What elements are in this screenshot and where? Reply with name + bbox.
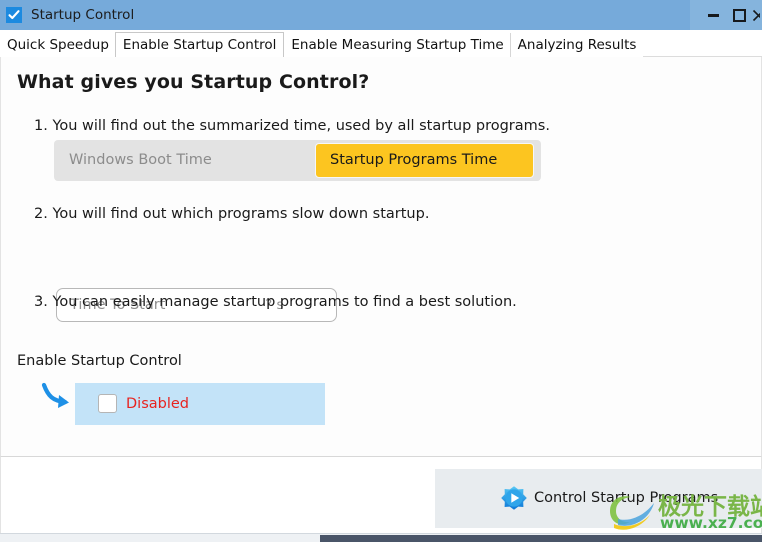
page-title: What gives you Startup Control? [17,71,370,93]
window-controls [690,0,762,30]
curved-arrow-icon [41,382,75,412]
window-title: Startup Control [31,7,135,23]
enable-startup-control-title: Enable Startup Control [17,353,182,369]
checkmark-app-icon [6,7,22,23]
enable-startup-control-checkbox[interactable] [98,394,117,413]
boot-time-bar: Windows Boot Time Startup Programs Time [54,140,541,181]
maximize-icon [732,8,746,22]
content-panel: What gives you Startup Control? 1. You w… [0,57,762,456]
windows-boot-time-label: Windows Boot Time [69,152,212,168]
startup-programs-time-chip: Startup Programs Time [315,143,534,178]
startup-programs-time-label: Startup Programs Time [330,152,498,168]
horizontal-scrollbar[interactable] [0,533,762,542]
tab-quick-speedup[interactable]: Quick Speedup [0,33,116,57]
startup-control-status-label: Disabled [126,396,189,412]
startup-control-toggle-panel[interactable]: Disabled [75,383,325,425]
feature-bullet-1: 1. You will find out the summarized time… [34,118,550,134]
tab-enable-startup-control[interactable]: Enable Startup Control [114,32,285,57]
control-startup-programs-label: Control Startup Programs [534,490,719,506]
play-gear-icon [500,485,528,513]
feature-bullet-2: 2. You will find out which programs slow… [34,206,430,222]
tab-analyzing-results[interactable]: Analyzing Results [509,33,644,57]
startup-control-window: Startup Control Quick Speedup Enable Sta… [0,0,762,542]
minimize-icon [707,13,719,17]
bottom-bar: Control Startup Programs [0,456,762,533]
control-startup-programs-button[interactable]: Control Startup Programs [435,469,762,528]
close-button[interactable] [752,3,760,27]
tab-enable-measuring-startup-time[interactable]: Enable Measuring Startup Time [283,33,511,57]
feature-bullet-3: 3. You can easily manage startup program… [34,294,517,310]
title-bar: Startup Control [0,0,762,30]
minimize-button[interactable] [700,3,726,27]
close-icon [752,9,760,22]
horizontal-scrollbar-thumb[interactable] [320,535,762,542]
tab-strip: Quick Speedup Enable Startup Control Ena… [0,30,762,57]
maximize-button[interactable] [726,3,752,27]
